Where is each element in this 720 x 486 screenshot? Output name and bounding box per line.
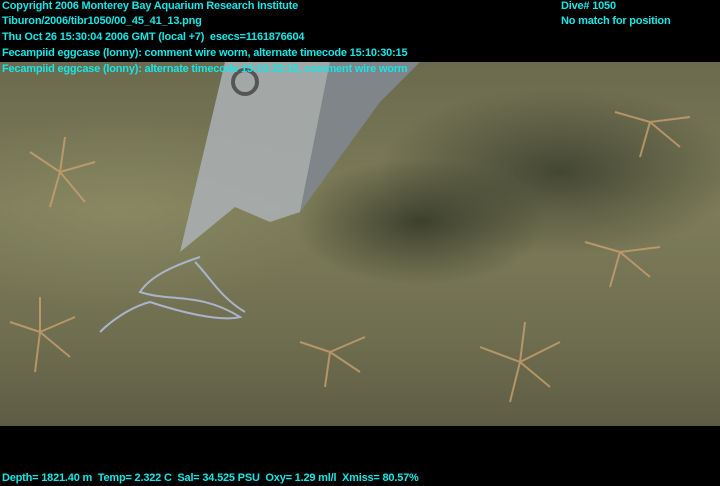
copyright-text: Copyright 2006 Monterey Bay Aquarium Res… [2,0,299,12]
annotation-text-2: Fecampiid eggcase (lonny): alternate tim… [2,63,408,75]
sensor-readout: Depth= 1821.40 m Temp= 2.322 C Sal= 34.5… [2,472,419,484]
seafloor-photo [0,62,720,426]
position-text: No match for position [561,15,671,27]
annotation-text-1: Fecampiid eggcase (lonny): comment wire … [2,47,408,59]
timestamp-text: Thu Oct 26 15:30:04 2006 GMT (local +7) … [2,31,305,43]
wire-worm [99,256,246,333]
manipulator-arm [180,62,420,252]
brittle-stars [9,111,691,403]
dive-number-text: Dive# 1050 [561,0,616,12]
file-path-text: Tiburon/2006/tibr1050/00_45_41_13.png [2,15,202,27]
video-frame: Copyright 2006 Monterey Bay Aquarium Res… [0,0,720,486]
seafloor-scene [9,62,691,403]
